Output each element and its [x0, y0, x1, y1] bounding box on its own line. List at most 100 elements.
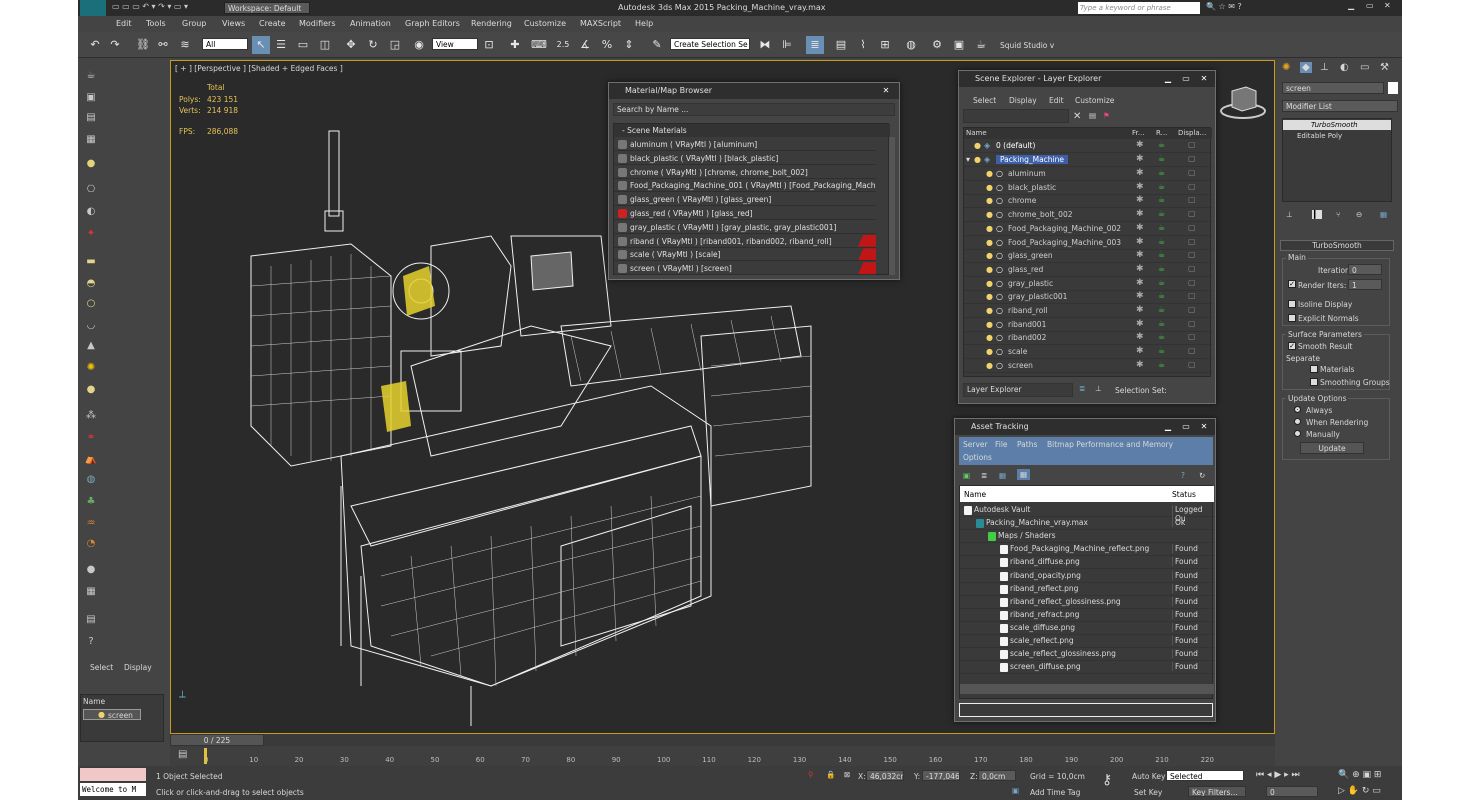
visibility-bulb-icon[interactable]: ●: [986, 279, 993, 288]
infocenter-icons[interactable]: 🔍 ☆ ✉ ?: [1206, 2, 1242, 11]
sun-icon[interactable]: ✺: [82, 360, 100, 376]
visibility-bulb-icon[interactable]: ●: [986, 169, 993, 178]
sky-icon[interactable]: ●: [82, 382, 100, 398]
renderable-teapot-icon[interactable]: ☕: [1158, 360, 1165, 369]
asset-row[interactable]: Food_Packaging_Machine_reflect.png Found: [960, 543, 1214, 557]
visibility-bulb-icon[interactable]: ●: [986, 292, 993, 301]
squid-studio-label[interactable]: Squid Studio v: [1000, 41, 1054, 50]
se-menu-edit[interactable]: Edit: [1049, 96, 1064, 105]
globe-icon[interactable]: ◍: [82, 472, 100, 488]
bind-spacewarp-icon[interactable]: ≋: [176, 36, 194, 54]
rotate-icon[interactable]: ↻: [364, 36, 382, 54]
teapot-icon[interactable]: ☕: [82, 68, 100, 84]
display-box-icon[interactable]: ▢: [1188, 360, 1196, 369]
scene-materials-header[interactable]: - Scene Materials: [614, 124, 890, 137]
stack-item-editable-poly[interactable]: Editable Poly: [1283, 131, 1391, 141]
key-filters-button[interactable]: Key Filters...: [1188, 786, 1246, 797]
asset-row[interactable]: riband_refract.png Found: [960, 609, 1214, 622]
asset-row[interactable]: scale_reflect.png Found: [960, 635, 1214, 648]
turbosmooth-rollout-header[interactable]: TurboSmooth: [1280, 240, 1394, 251]
material-editor-icon[interactable]: ◍: [902, 36, 920, 54]
display-box-icon[interactable]: ▢: [1188, 250, 1196, 259]
visibility-bulb-icon[interactable]: ●: [974, 141, 981, 150]
mirror-icon[interactable]: ⧓: [756, 36, 774, 54]
align-icon[interactable]: ⊫: [778, 36, 796, 54]
material-item[interactable]: glass_green ( VRayMtl ) [glass_green]: [614, 193, 876, 207]
visibility-bulb-icon[interactable]: ●: [986, 333, 993, 342]
asset-row[interactable]: scale_diffuse.png Found: [960, 622, 1214, 635]
menu-graph-editors[interactable]: Graph Editors: [405, 19, 460, 28]
object-row[interactable]: ● ○ glass_green ✱ ☕ ▢: [964, 250, 1212, 264]
make-unique-icon[interactable]: ⑂: [1336, 210, 1341, 219]
freeze-icon[interactable]: ✱: [1136, 223, 1144, 233]
render-frame-icon[interactable]: ▣: [82, 90, 100, 106]
render-iters-checkbox[interactable]: ✓: [1288, 280, 1296, 288]
renderable-teapot-icon[interactable]: ☕: [1158, 195, 1165, 204]
renderable-teapot-icon[interactable]: ☕: [1158, 305, 1165, 314]
explicit-normals-checkbox[interactable]: [1288, 314, 1296, 322]
display-box-icon[interactable]: ▢: [1188, 291, 1196, 300]
display-box-icon[interactable]: ▢: [1188, 346, 1196, 355]
hierarchy-icon-btn[interactable]: ⊥: [1095, 384, 1102, 393]
set-key-label[interactable]: Set Key: [1134, 788, 1162, 797]
material-browser-close-icon[interactable]: ✕: [879, 85, 893, 97]
snaps-toggle-icon[interactable]: 2.5: [554, 36, 572, 54]
menu-help[interactable]: Help: [635, 19, 653, 28]
hair-icon[interactable]: ♒: [82, 516, 100, 532]
visibility-bulb-icon[interactable]: ●: [986, 210, 993, 219]
bowl-icon[interactable]: ◡: [82, 318, 100, 334]
asset-menu-file[interactable]: File: [995, 440, 1008, 449]
render-icon[interactable]: ☕: [972, 36, 990, 54]
material-item[interactable]: screen ( VRayMtl ) [screen]: [614, 262, 876, 276]
pin-stack-icon[interactable]: ⊥: [1286, 210, 1293, 219]
window-crossing-icon[interactable]: ◫: [316, 36, 334, 54]
object-row[interactable]: ● ○ scale ✱ ☕ ▢: [964, 346, 1212, 360]
freeze-icon[interactable]: ✱: [1136, 182, 1144, 192]
materials-checkbox[interactable]: [1310, 365, 1318, 373]
menu-modifiers[interactable]: Modifiers: [299, 19, 336, 28]
light-icon[interactable]: ●: [82, 156, 100, 172]
se-options-icon[interactable]: ⚑: [1103, 111, 1110, 120]
add-time-tag[interactable]: Add Time Tag: [1030, 788, 1080, 797]
material-browser-title[interactable]: Material/Map Browser: [609, 83, 899, 99]
se-menu-customize[interactable]: Customize: [1075, 96, 1114, 105]
freeze-icon[interactable]: ✱: [1136, 291, 1144, 301]
object-row[interactable]: ● ○ chrome ✱ ☕ ▢: [964, 195, 1212, 209]
object-row[interactable]: ● ○ screen ✱ ☕ ▢: [964, 360, 1212, 373]
freeze-icon[interactable]: ✱: [1136, 250, 1144, 260]
y-coordinate-field[interactable]: -177,046cm: [922, 770, 960, 781]
renderable-teapot-icon[interactable]: ☕: [1158, 140, 1165, 149]
display-box-icon[interactable]: ▢: [1188, 209, 1196, 218]
fur-icon[interactable]: ◔: [82, 536, 100, 552]
plane-icon[interactable]: ▬: [82, 254, 100, 270]
freeze-icon[interactable]: ✱: [1136, 305, 1144, 315]
asset-close-icon[interactable]: ✕: [1197, 421, 1211, 433]
se-col-render[interactable]: R...: [1156, 129, 1167, 137]
asset-row[interactable]: scale_reflect_glossiness.png Found: [960, 648, 1214, 662]
display-box-icon[interactable]: ▢: [1188, 140, 1196, 149]
asset-menu-options[interactable]: Options: [963, 453, 992, 462]
key-mode-dropdown[interactable]: Selected: [1166, 770, 1244, 781]
scene-explorer-close-icon[interactable]: ✕: [1197, 73, 1211, 85]
camera-icon[interactable]: ⎔: [82, 182, 100, 198]
layer-explorer-icon[interactable]: ≣: [806, 36, 824, 54]
manipulate-icon[interactable]: ✚: [506, 36, 524, 54]
z-coordinate-field[interactable]: 0,0cm: [978, 770, 1016, 781]
display-box-icon[interactable]: ▢: [1188, 332, 1196, 341]
maxscript-listener[interactable]: Welcome to M: [80, 783, 146, 796]
lock-selection-icon[interactable]: 🔒: [826, 770, 835, 779]
renderable-teapot-icon[interactable]: ☕: [1158, 319, 1165, 328]
layer-explorer-dropdown[interactable]: Layer Explorer: [963, 383, 1073, 397]
iterations-spinner[interactable]: 0: [1348, 264, 1382, 275]
mini-curve-icon[interactable]: ▤: [178, 749, 187, 760]
asset-menu-bitmap[interactable]: Bitmap Performance and Memory: [1047, 440, 1173, 449]
menu-tools[interactable]: Tools: [146, 19, 166, 28]
se-col-display[interactable]: Displa...: [1178, 129, 1206, 137]
asset-path-field[interactable]: [959, 703, 1213, 717]
se-col-name[interactable]: Name: [966, 129, 987, 137]
asset-menu-paths[interactable]: Paths: [1017, 440, 1037, 449]
percent-snap-icon[interactable]: %: [598, 36, 616, 54]
object-row[interactable]: ● ○ black_plastic ✱ ☕ ▢: [964, 182, 1212, 195]
dome-icon[interactable]: ◓: [82, 276, 100, 292]
material-item[interactable]: aluminum ( VRayMtl ) [aluminum]: [614, 138, 876, 151]
